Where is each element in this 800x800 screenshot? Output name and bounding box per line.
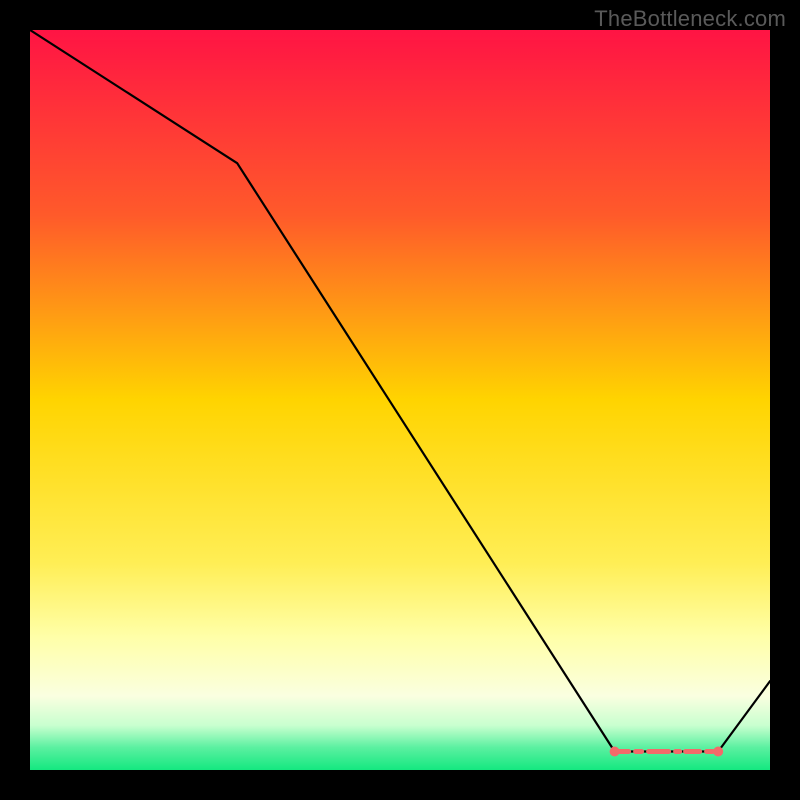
chart-frame: TheBottleneck.com [0, 0, 800, 800]
plot-area [30, 30, 770, 770]
gradient-background [30, 30, 770, 770]
chart-svg [30, 30, 770, 770]
watermark-text: TheBottleneck.com [594, 6, 786, 32]
